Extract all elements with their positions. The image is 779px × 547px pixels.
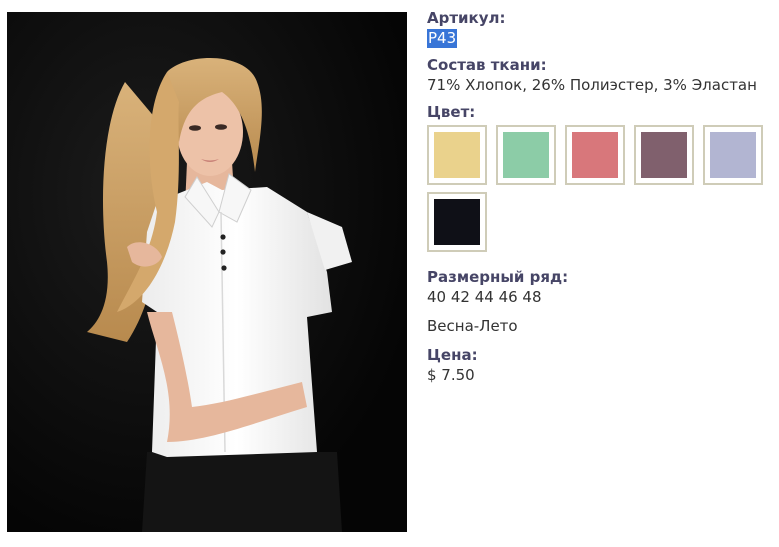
color-swatch-pink[interactable]: [565, 125, 625, 185]
swatch-fill: [710, 132, 756, 178]
product-photo: [7, 12, 407, 532]
swatch-fill: [434, 199, 480, 245]
fabric-label: Состав ткани:: [427, 56, 547, 74]
color-swatch-lavender[interactable]: [703, 125, 763, 185]
sizes-value: 40 42 44 46 48: [427, 288, 542, 306]
sizes-label: Размерный ряд:: [427, 268, 569, 286]
swatch-fill: [503, 132, 549, 178]
swatch-fill: [572, 132, 618, 178]
color-swatch-black[interactable]: [427, 192, 487, 252]
fabric-value: 71% Хлопок, 26% Полиэстер, 3% Эластан: [427, 76, 757, 94]
article-value-row: P43: [427, 28, 772, 49]
article-value[interactable]: P43: [427, 29, 458, 48]
article-label: Артикул:: [427, 9, 506, 27]
price-label: Цена:: [427, 346, 478, 364]
season-value: Весна-Лето: [427, 317, 518, 335]
color-swatch-mauve[interactable]: [634, 125, 694, 185]
price-value: $ 7.50: [427, 366, 475, 384]
swatch-fill: [434, 132, 480, 178]
color-swatch-yellow[interactable]: [427, 125, 487, 185]
color-label: Цвет:: [427, 103, 476, 121]
color-swatch-mint[interactable]: [496, 125, 556, 185]
model-illustration: [7, 12, 407, 532]
product-details: Артикул: P43 Состав ткани: 71% Хлопок, 2…: [427, 8, 772, 386]
button-dot: [220, 234, 226, 240]
swatch-fill: [641, 132, 687, 178]
color-swatches: [427, 125, 779, 259]
